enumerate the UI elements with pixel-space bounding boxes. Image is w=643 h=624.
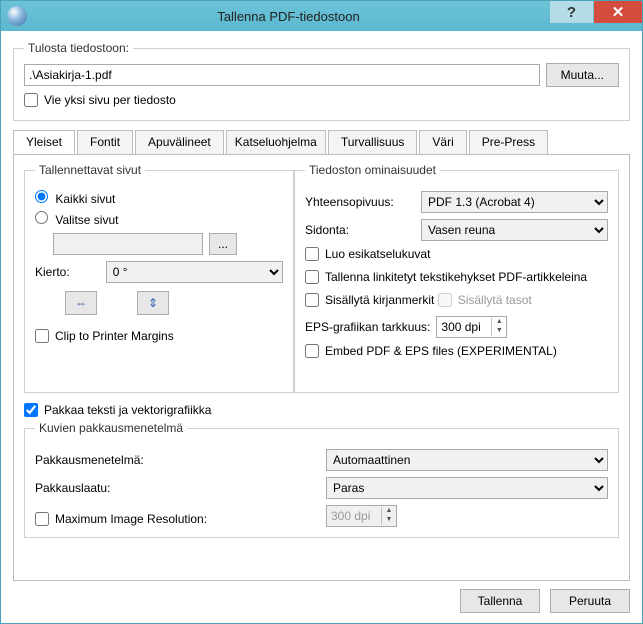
page-range-field — [53, 233, 203, 255]
compression-method-select[interactable]: Automaattinen — [326, 449, 608, 471]
fileopts-legend: Tiedoston ominaisuudet — [305, 163, 440, 177]
thumbnails-input[interactable] — [305, 247, 319, 261]
spin-down-icon: ▼ — [382, 516, 396, 525]
all-pages-input[interactable] — [35, 190, 48, 203]
window-title: Tallenna PDF-tiedostoon — [27, 9, 550, 24]
eps-res-value[interactable] — [437, 318, 491, 336]
rotation-select[interactable]: 0 ° — [106, 261, 283, 283]
clip-margins-checkbox[interactable]: Clip to Printer Margins — [35, 329, 174, 343]
image-compression-group: Kuvien pakkausmenetelmä Pakkausmenetelmä… — [24, 421, 619, 538]
output-path-field[interactable] — [24, 64, 540, 86]
compress-text-input[interactable] — [24, 403, 38, 417]
spin-up-icon: ▲ — [382, 507, 396, 516]
image-compression-legend: Kuvien pakkausmenetelmä — [35, 421, 187, 435]
clip-margins-input[interactable] — [35, 329, 49, 343]
dialog-footer: Tallenna Peruuta — [13, 589, 630, 613]
one-page-per-file-label: Vie yksi sivu per tiedosto — [44, 93, 176, 107]
linked-frames-checkbox[interactable]: Tallenna linkitetyt tekstikehykset PDF-a… — [305, 270, 587, 284]
tab-body: Tallennettavat sivut Kaikki sivut Valits… — [13, 154, 630, 581]
layers-label: Sisällytä tasot — [458, 293, 532, 307]
spin-down-icon[interactable]: ▼ — [492, 327, 506, 336]
left-column: Tallennettavat sivut Kaikki sivut Valits… — [24, 163, 294, 393]
compression-quality-label: Pakkauslaatu: — [35, 481, 320, 495]
arrow-up-down-icon: ⇕ — [148, 296, 158, 310]
all-pages-radio[interactable]: Kaikki sivut — [35, 190, 115, 206]
max-resolution-checkbox[interactable]: Maximum Image Resolution: — [35, 512, 320, 526]
max-resolution-spinner: ▲▼ — [326, 505, 397, 527]
spin-up-icon[interactable]: ▲ — [492, 318, 506, 327]
thumbnails-label: Luo esikatselukuvat — [325, 247, 430, 261]
help-button[interactable]: ? — [550, 1, 594, 23]
rotation-label: Kierto: — [35, 265, 70, 279]
close-button[interactable]: ✕ — [594, 1, 642, 23]
arrow-left-right-icon: ⇔ — [75, 296, 87, 310]
page-range-ellipsis-button[interactable]: ... — [209, 233, 237, 255]
all-pages-label: Kaikki sivut — [55, 192, 115, 206]
compress-text-label: Pakkaa teksti ja vektorigrafiikka — [44, 403, 211, 417]
choose-pages-input[interactable] — [35, 211, 48, 224]
binding-label: Sidonta: — [305, 223, 415, 237]
one-page-per-file-checkbox[interactable]: Vie yksi sivu per tiedosto — [24, 93, 176, 107]
fileopts-group: Tiedoston ominaisuudet Yhteensopivuus: P… — [294, 163, 619, 393]
max-resolution-input[interactable] — [35, 512, 49, 526]
eps-res-label: EPS-grafiikan tarkkuus: — [305, 320, 430, 334]
layers-input — [438, 293, 452, 307]
dialog-window: Tallenna PDF-tiedostoon ? ✕ Tulosta tied… — [0, 0, 643, 624]
change-path-button[interactable]: Muuta... — [546, 63, 619, 87]
binding-select[interactable]: Vasen reuna — [421, 219, 608, 241]
mirror-horizontal-button[interactable]: ⇔ — [65, 291, 97, 315]
compat-label: Yhteensopivuus: — [305, 195, 415, 209]
tab-fonts[interactable]: Fontit — [77, 130, 133, 154]
titlebar: Tallenna PDF-tiedostoon ? ✕ — [1, 1, 642, 31]
print-to-legend: Tulosta tiedostoon: — [24, 41, 133, 55]
tabstrip: Yleiset Fontit Apuvälineet Katseluohjelm… — [13, 130, 630, 155]
ellipsis-icon: ... — [218, 237, 228, 251]
max-resolution-label: Maximum Image Resolution: — [55, 512, 207, 526]
tab-general[interactable]: Yleiset — [13, 130, 75, 154]
one-page-per-file-input[interactable] — [24, 93, 38, 107]
tab-viewer[interactable]: Katseluohjelma — [226, 130, 326, 154]
tab-security[interactable]: Turvallisuus — [328, 130, 418, 154]
top-columns: Tallennettavat sivut Kaikki sivut Valits… — [24, 163, 619, 393]
clip-margins-label: Clip to Printer Margins — [55, 329, 174, 343]
client-area: Tulosta tiedostoon: Muuta... Vie yksi si… — [1, 31, 642, 623]
choose-pages-radio[interactable]: Valitse sivut — [35, 211, 118, 227]
save-button[interactable]: Tallenna — [460, 589, 540, 613]
pages-legend: Tallennettavat sivut — [35, 163, 145, 177]
bookmarks-label: Sisällytä kirjanmerkit — [325, 293, 434, 307]
thumbnails-checkbox[interactable]: Luo esikatselukuvat — [305, 247, 430, 261]
layers-checkbox: Sisällytä tasot — [438, 293, 532, 307]
pages-group: Tallennettavat sivut Kaikki sivut Valits… — [24, 163, 294, 393]
embed-eps-label: Embed PDF & EPS files (EXPERIMENTAL) — [325, 344, 557, 358]
tab-tools[interactable]: Apuvälineet — [135, 130, 224, 154]
bookmarks-checkbox[interactable]: Sisällytä kirjanmerkit — [305, 293, 434, 307]
linked-frames-input[interactable] — [305, 270, 319, 284]
bookmarks-input[interactable] — [305, 293, 319, 307]
linked-frames-label: Tallenna linkitetyt tekstikehykset PDF-a… — [325, 270, 587, 284]
title-buttons: ? ✕ — [550, 1, 642, 31]
app-icon — [7, 6, 27, 26]
print-to-group: Tulosta tiedostoon: Muuta... Vie yksi si… — [13, 41, 630, 121]
cancel-button[interactable]: Peruuta — [550, 589, 630, 613]
eps-res-spinner[interactable]: ▲▼ — [436, 316, 507, 338]
compress-text-checkbox[interactable]: Pakkaa teksti ja vektorigrafiikka — [24, 403, 619, 417]
right-column: Tiedoston ominaisuudet Yhteensopivuus: P… — [294, 163, 619, 393]
compat-select[interactable]: PDF 1.3 (Acrobat 4) — [421, 191, 608, 213]
max-resolution-value — [327, 507, 381, 525]
embed-eps-input[interactable] — [305, 344, 319, 358]
compression-quality-select[interactable]: Paras — [326, 477, 608, 499]
compression-method-label: Pakkausmenetelmä: — [35, 453, 320, 467]
tab-color[interactable]: Väri — [419, 130, 466, 154]
choose-pages-label: Valitse sivut — [55, 213, 118, 227]
embed-eps-checkbox[interactable]: Embed PDF & EPS files (EXPERIMENTAL) — [305, 344, 557, 358]
mirror-vertical-button[interactable]: ⇕ — [137, 291, 169, 315]
tab-prepress[interactable]: Pre-Press — [469, 130, 548, 154]
